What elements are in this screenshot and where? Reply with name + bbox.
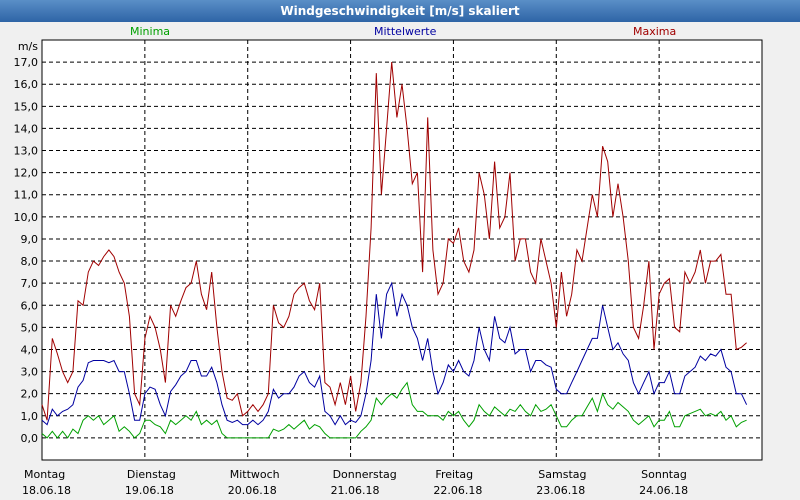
x-label-date: 21.06.18: [331, 484, 380, 497]
x-label-day: Dienstag: [127, 468, 176, 481]
y-tick-label: 9,0: [21, 233, 39, 246]
y-tick-label: 1,0: [21, 410, 39, 423]
x-label-day: Donnerstag: [333, 468, 397, 481]
plot-area: [41, 39, 763, 461]
y-tick-label: 12,0: [14, 167, 39, 180]
y-tick-label: 4,0: [21, 343, 39, 356]
y-axis-label: m/s: [18, 40, 38, 53]
x-label-day: Sonntag: [641, 468, 687, 481]
y-tick-label: 17,0: [14, 56, 39, 69]
y-tick-label: 2,0: [21, 388, 39, 401]
y-tick-label: 7,0: [21, 277, 39, 290]
y-tick-label: 13,0: [14, 145, 39, 158]
y-tick-label: 0,0: [21, 432, 39, 445]
y-tick-label: 10,0: [14, 211, 39, 224]
y-tick-label: 14,0: [14, 122, 39, 135]
y-tick-label: 6,0: [21, 299, 39, 312]
x-label-date: 24.06.18: [639, 484, 688, 497]
y-tick-label: 11,0: [14, 189, 39, 202]
y-tick-label: 16,0: [14, 78, 39, 91]
x-label-day: Montag: [24, 468, 65, 481]
x-label-date: 22.06.18: [433, 484, 482, 497]
x-label-day: Mittwoch: [230, 468, 280, 481]
x-label-day: Samstag: [538, 468, 586, 481]
x-label-date: 23.06.18: [536, 484, 585, 497]
y-tick-label: 3,0: [21, 366, 39, 379]
wind-speed-chart: 0,0 1,0 2,0 3,0 4,0 5,0 6,0 7,0 8,0 9,0 10,0 11,0 12…: [14, 39, 763, 497]
x-label-date: 19.06.18: [125, 484, 174, 497]
y-tick-label: 5,0: [21, 321, 39, 334]
y-tick-label: 15,0: [14, 100, 39, 113]
y-tick-label: 8,0: [21, 255, 39, 268]
x-label-date: 18.06.18: [22, 484, 71, 497]
x-label-date: 20.06.18: [228, 484, 277, 497]
x-label-day: Freitag: [435, 468, 473, 481]
